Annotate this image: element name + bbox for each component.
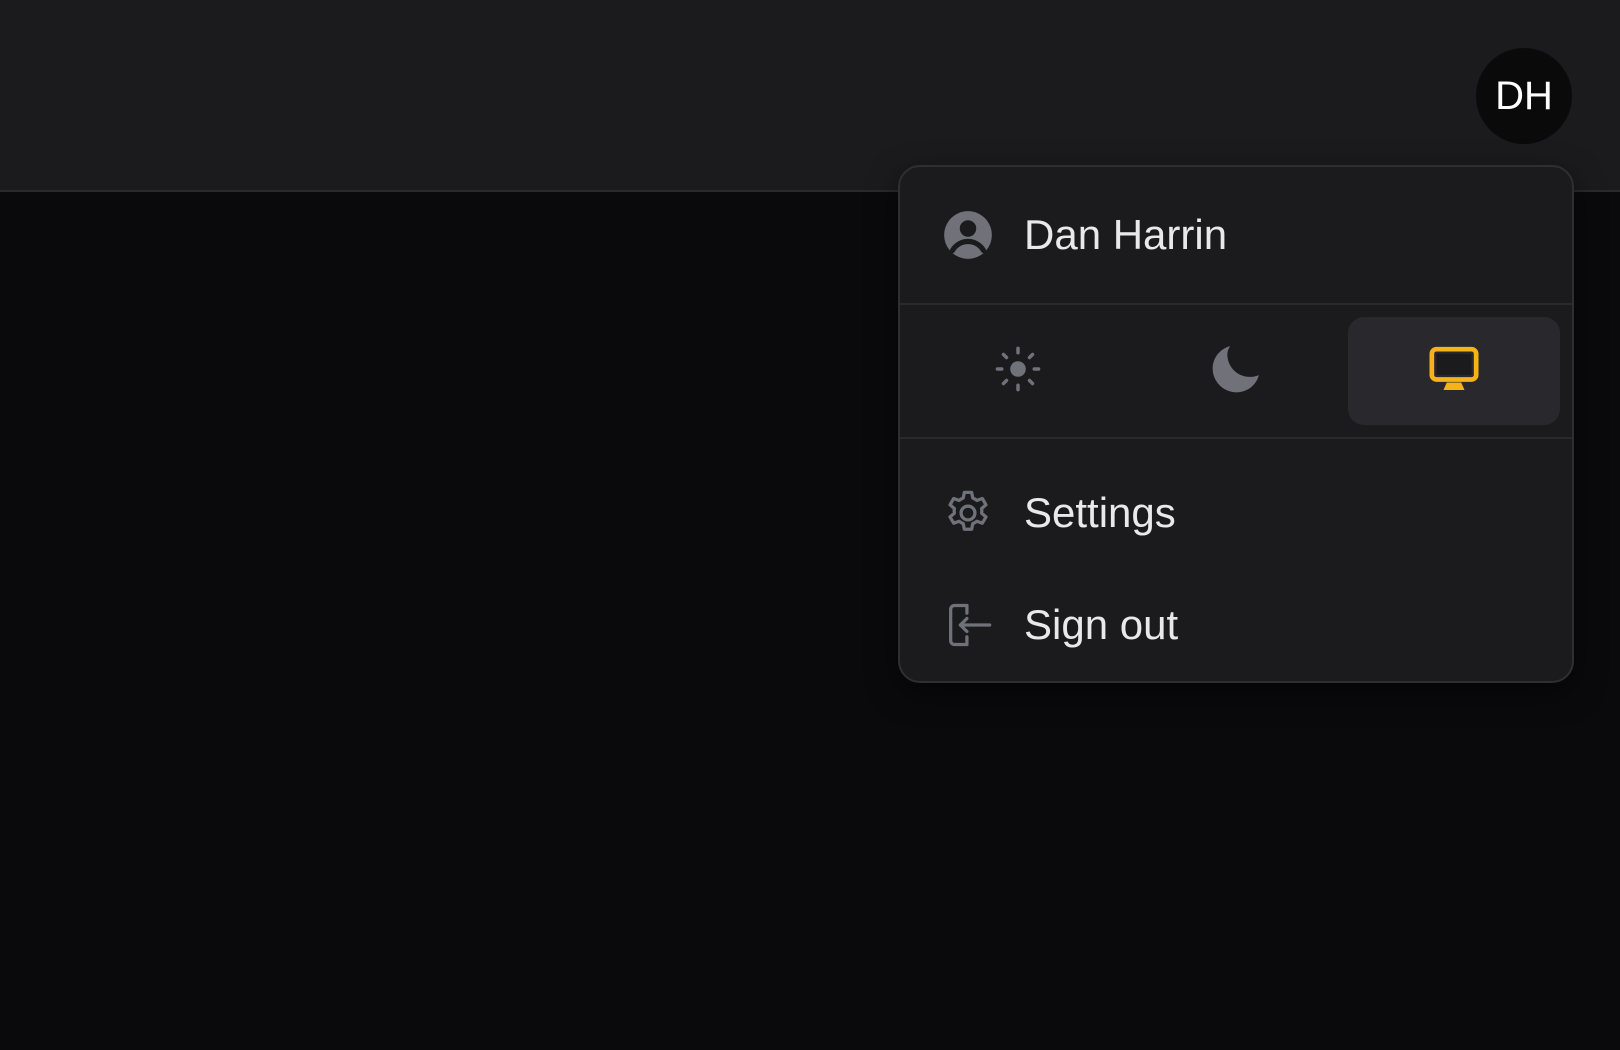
theme-light-button[interactable]	[912, 317, 1124, 425]
sign-out-label: Sign out	[1024, 601, 1179, 648]
computer-desktop-icon	[1426, 341, 1482, 402]
user-circle-icon	[942, 209, 994, 261]
moon-icon	[1208, 341, 1264, 402]
theme-system-button[interactable]	[1348, 317, 1560, 425]
menu-links: Settings Sign out	[900, 437, 1572, 681]
user-name-row: Dan Harrin	[900, 167, 1572, 303]
top-bar: DH	[0, 0, 1620, 192]
settings-menu-item[interactable]: Settings	[900, 457, 1572, 569]
sun-icon	[992, 343, 1044, 400]
gear-icon	[942, 487, 994, 539]
user-avatar-button[interactable]: DH	[1476, 48, 1572, 144]
theme-switcher	[900, 303, 1572, 437]
avatar-initials: DH	[1495, 73, 1553, 118]
sign-out-icon	[942, 599, 994, 651]
theme-dark-button[interactable]	[1130, 317, 1342, 425]
user-menu-dropdown: Dan Harrin Settings Sign out	[898, 165, 1574, 683]
user-name: Dan Harrin	[1024, 211, 1228, 258]
sign-out-menu-item[interactable]: Sign out	[900, 569, 1572, 681]
settings-label: Settings	[1024, 489, 1176, 536]
